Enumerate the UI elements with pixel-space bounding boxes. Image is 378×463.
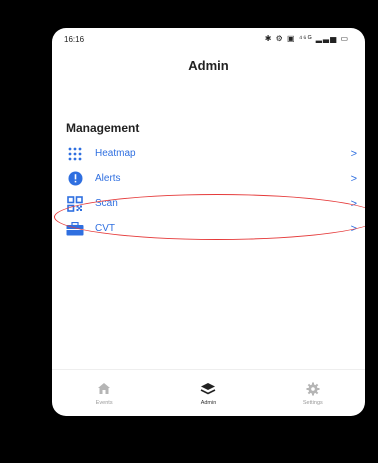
menu-item-heatmap[interactable]: Heatmap > <box>52 141 365 166</box>
layers-icon <box>200 381 216 397</box>
tab-label: Events <box>95 399 113 406</box>
bottom-tab-bar: Events Admin Settings <box>52 369 365 416</box>
chevron-right-icon: > <box>350 172 357 185</box>
alert-circle-icon <box>65 171 85 187</box>
scan-highlight-annotation <box>54 194 365 240</box>
tab-settings[interactable]: Settings <box>261 370 365 416</box>
tab-events[interactable]: Events <box>52 370 156 416</box>
chevron-right-icon: > <box>350 147 357 160</box>
menu-item-alerts[interactable]: Alerts > <box>52 166 365 191</box>
menu-item-label: Alerts <box>95 173 121 184</box>
section-title: Management <box>66 121 140 135</box>
tab-admin[interactable]: Admin <box>156 370 260 416</box>
status-time: 16:16 <box>64 35 85 44</box>
gear-icon <box>306 381 320 397</box>
status-indicators: ✱ ⚙ ▣ ⁴⁶ᴳ ▂▃▅ ▭ <box>264 34 349 43</box>
menu-item-label: Heatmap <box>95 148 136 159</box>
tab-label: Admin <box>200 399 217 406</box>
phone-screen: 16:16 ✱ ⚙ ▣ ⁴⁶ᴳ ▂▃▅ ▭ Admin Management H… <box>52 28 365 416</box>
grid-dots-icon <box>65 146 85 162</box>
page-title: Admin <box>188 58 229 73</box>
status-bar: 16:16 ✱ ⚙ ▣ ⁴⁶ᴳ ▂▃▅ ▭ <box>52 28 365 50</box>
tab-label: Settings <box>302 399 323 406</box>
home-icon <box>97 381 111 397</box>
